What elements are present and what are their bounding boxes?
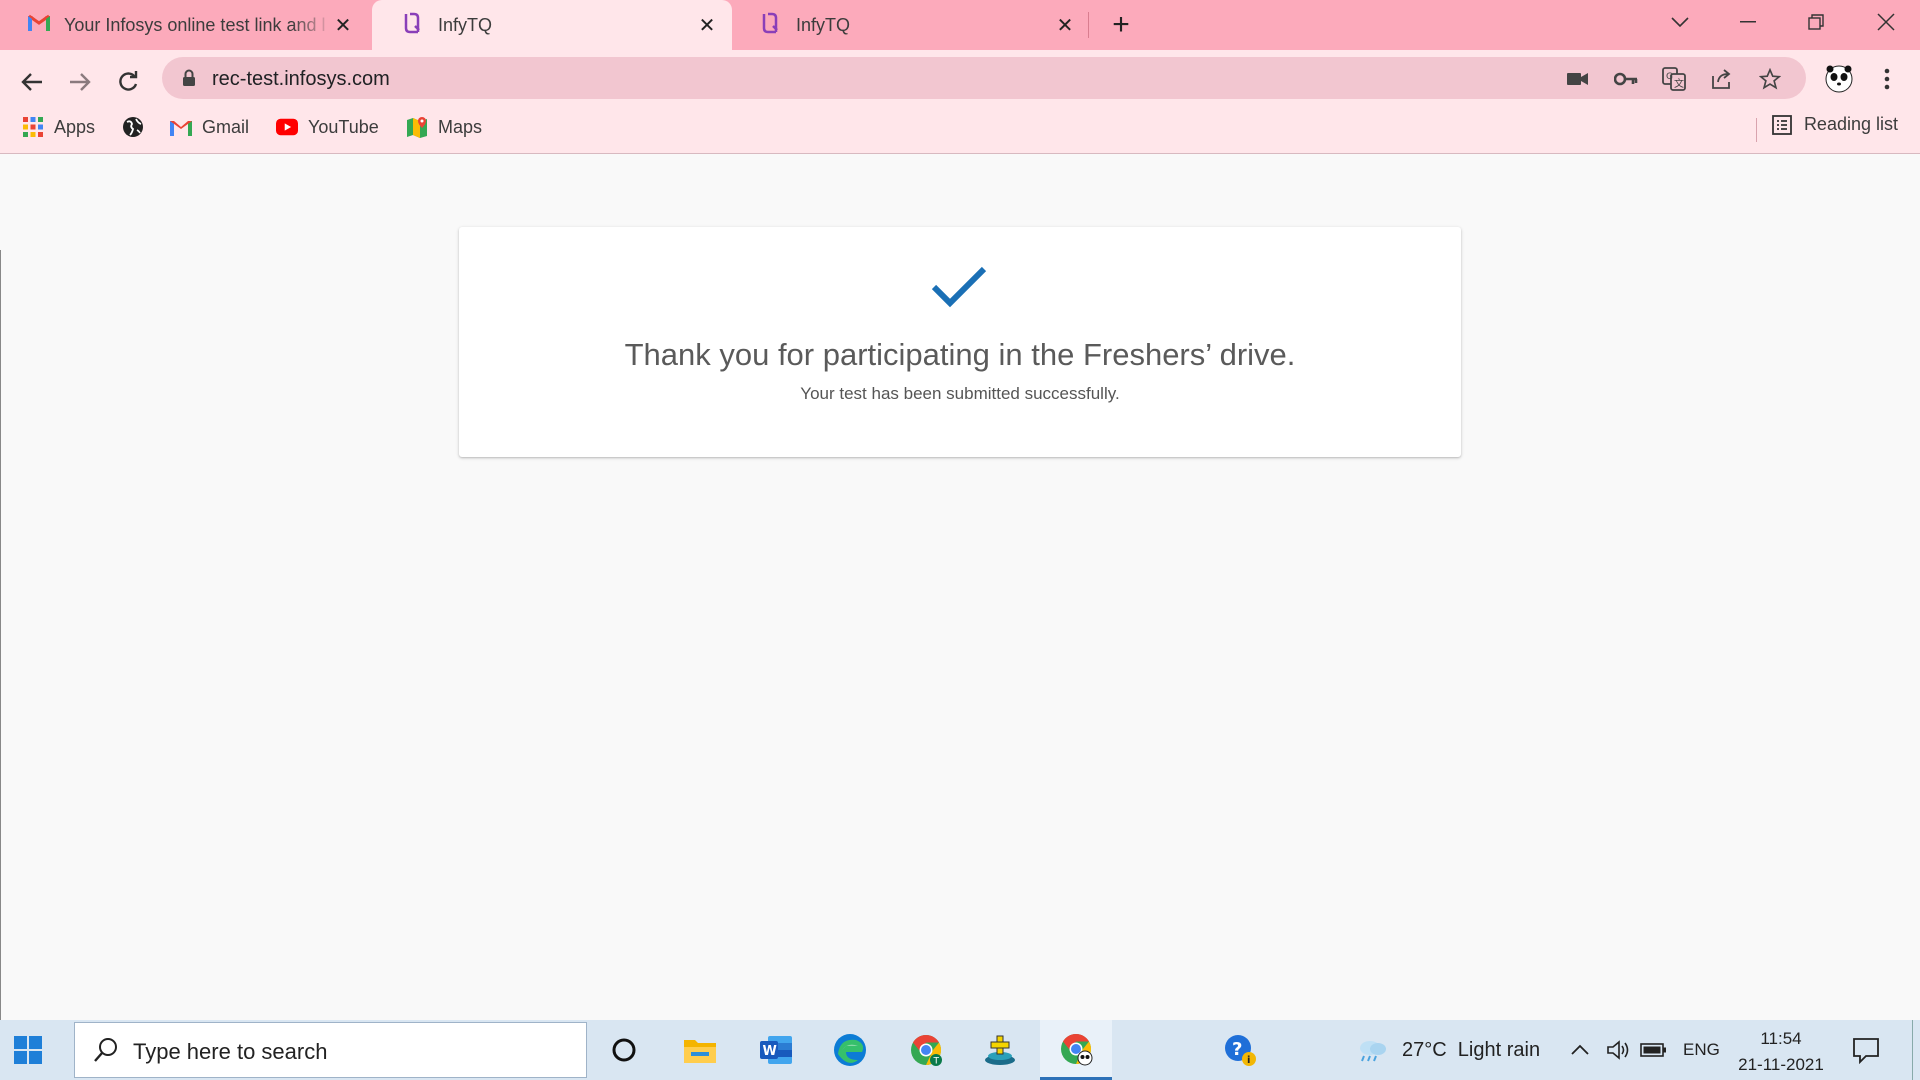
reading-list-icon <box>1772 114 1792 135</box>
page-content: Thank you for participating in the Fresh… <box>0 154 1920 1020</box>
clock-time: 11:54 <box>1760 1029 1802 1048</box>
restore-button[interactable] <box>1788 0 1844 44</box>
translate-icon[interactable]: 文G <box>1662 67 1686 91</box>
weather-text: 27°C Light rain <box>1402 1038 1541 1061</box>
bookmark-gmail[interactable]: Gmail <box>170 114 249 140</box>
minimize-button[interactable] <box>1720 0 1776 44</box>
game-app-icon[interactable] <box>964 1020 1036 1080</box>
confirmation-card: Thank you for participating in the Fresh… <box>459 227 1461 457</box>
svg-text:文: 文 <box>1674 77 1684 90</box>
tab-search-chevron-icon[interactable] <box>1652 0 1708 44</box>
volume-icon[interactable] <box>1606 1020 1632 1080</box>
youtube-icon <box>276 116 298 138</box>
globe-icon <box>122 116 144 138</box>
svg-text:G: G <box>1666 72 1673 82</box>
checkmark-icon <box>931 265 987 314</box>
address-bar[interactable]: rec-test.infosys.com 文G <box>162 57 1806 99</box>
apps-grid-icon <box>22 116 44 138</box>
help-icon[interactable]: ? i <box>1204 1020 1276 1080</box>
divider <box>1756 118 1757 142</box>
reading-list-label: Reading list <box>1803 114 1898 134</box>
windows-start-icon[interactable] <box>14 1036 42 1069</box>
bookmark-label: Gmail <box>202 116 250 137</box>
tab-title: Your Infosys online test link and l <box>64 14 326 35</box>
gmail-icon <box>170 116 192 138</box>
svg-text:i: i <box>1247 1055 1250 1066</box>
tab-title: InfyTQ <box>796 14 851 35</box>
camera-icon[interactable] <box>1566 67 1590 91</box>
close-icon[interactable]: ✕ <box>696 14 718 37</box>
bookmark-youtube[interactable]: YouTube <box>276 114 379 140</box>
star-icon[interactable] <box>1758 67 1782 91</box>
infytq-icon <box>758 11 782 40</box>
bookmark-label: YouTube <box>308 116 379 137</box>
browser-menu-icon[interactable] <box>1871 63 1903 95</box>
tab-title: InfyTQ <box>438 14 493 35</box>
cortana-icon[interactable] <box>588 1020 660 1080</box>
svg-text:W: W <box>763 1044 777 1059</box>
lock-icon[interactable] <box>182 69 196 92</box>
gmail-icon <box>28 14 50 36</box>
bookmark-label: Maps <box>438 116 483 137</box>
chrome-profile-icon[interactable]: T <box>890 1020 962 1080</box>
tab-infytq-active[interactable]: InfyTQ ✕ <box>372 0 732 50</box>
bookmark-apps[interactable]: Apps <box>22 114 95 140</box>
weather-widget[interactable]: 27°C Light rain <box>1356 1020 1540 1080</box>
word-icon[interactable]: W <box>740 1020 812 1080</box>
confirmation-subtitle: Your test has been submitted successfull… <box>800 384 1120 403</box>
infytq-icon <box>400 11 424 40</box>
rain-cloud-icon <box>1356 1038 1388 1062</box>
tab-strip: Your Infosys online test link and l ✕ In… <box>0 0 1920 50</box>
back-button[interactable] <box>14 64 50 100</box>
bookmark-maps[interactable]: Maps <box>406 114 482 140</box>
key-icon[interactable] <box>1614 67 1638 91</box>
bookmarks-bar: Apps Gmail YouTube Maps Reading list <box>0 106 1920 148</box>
browser-toolbar: rec-test.infosys.com 文G Apps Gmail YouTu… <box>0 50 1920 154</box>
confirmation-title: Thank you for participating in the Fresh… <box>624 337 1296 372</box>
tab-infytq[interactable]: InfyTQ ✕ <box>730 0 1090 50</box>
tab-separator <box>1088 12 1089 38</box>
new-tab-button[interactable]: + <box>1106 10 1136 40</box>
profile-avatar[interactable] <box>1823 63 1855 95</box>
divider <box>0 250 1 1020</box>
close-icon[interactable]: ✕ <box>1054 14 1076 37</box>
maps-icon <box>406 116 428 138</box>
svg-text:?: ? <box>1232 1039 1242 1060</box>
search-icon <box>93 1037 119 1068</box>
chrome-active-icon[interactable] <box>1040 1020 1112 1080</box>
close-icon[interactable]: ✕ <box>332 14 354 37</box>
close-window-button[interactable] <box>1858 0 1914 44</box>
search-placeholder: Type here to search <box>133 1039 328 1064</box>
notification-icon[interactable] <box>1852 1036 1880 1069</box>
windows-taskbar: Type here to search W T ? i 27°C Light ra… <box>0 1020 1920 1080</box>
system-clock[interactable]: 11:54 21-11-2021 <box>1726 1026 1836 1078</box>
show-desktop-button[interactable] <box>1912 1020 1913 1080</box>
battery-icon[interactable] <box>1640 1020 1668 1080</box>
svg-text:T: T <box>933 1057 940 1067</box>
language-indicator[interactable]: ENG <box>1683 1020 1720 1080</box>
bookmark-globe[interactable] <box>122 114 154 140</box>
taskbar-search-input[interactable]: Type here to search <box>74 1022 587 1078</box>
bookmark-label: Apps <box>54 116 96 137</box>
share-icon[interactable] <box>1710 67 1734 91</box>
tab-gmail[interactable]: Your Infosys online test link and l ✕ <box>0 0 368 50</box>
edge-icon[interactable] <box>814 1020 886 1080</box>
clock-date: 21-11-2021 <box>1738 1055 1824 1074</box>
tray-overflow-chevron-icon[interactable] <box>1570 1020 1590 1080</box>
file-explorer-icon[interactable] <box>664 1020 736 1080</box>
reload-button[interactable] <box>110 64 146 100</box>
reading-list-button[interactable]: Reading list <box>1772 114 1898 135</box>
forward-button[interactable] <box>62 64 98 100</box>
url-text[interactable]: rec-test.infosys.com <box>212 68 390 91</box>
